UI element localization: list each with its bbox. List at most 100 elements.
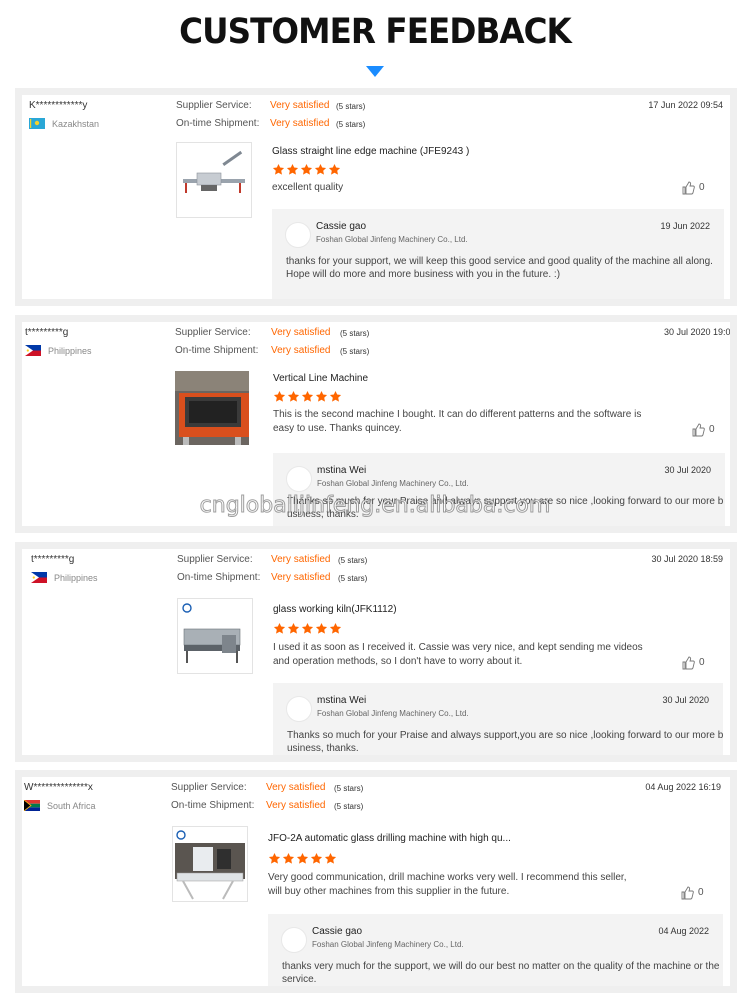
reply-text-line-2: Hope will do more and more business with… [286, 269, 561, 280]
review-card: W**************x South Africa Supplier S… [15, 770, 737, 993]
philippines-flag-icon [25, 345, 41, 356]
like-count: 0 [699, 657, 705, 668]
star-rating [272, 163, 342, 176]
star-icon [272, 163, 285, 175]
reply-author: Cassie gao [316, 221, 367, 232]
like-count: 0 [698, 887, 704, 898]
ontime-shipment-label: On-time Shipment: [176, 118, 260, 129]
star-icon [296, 852, 309, 864]
star-icon [300, 163, 313, 175]
reply-company: Foshan Global Jinfeng Machinery Co., Ltd… [317, 709, 469, 718]
vertical-line-machine-image [175, 371, 249, 445]
product-title-link[interactable]: JFO-2A automatic glass drilling machine … [268, 833, 511, 844]
review-card: t*********g Philippines Supplier Service… [15, 315, 737, 533]
supplier-reply: Cassie gao Foshan Global Jinfeng Machine… [268, 914, 723, 986]
ontime-shipment-stars: (5 stars) [334, 802, 364, 811]
like-count: 0 [709, 424, 715, 435]
reply-date: 30 Jul 2020 [662, 695, 709, 705]
review-card: t*********g Philippines Supplier Service… [15, 542, 737, 762]
star-icon [273, 390, 286, 402]
reviewer-name: K************y [29, 100, 88, 111]
review-date: 04 Aug 2022 16:19 [645, 782, 721, 792]
star-icon [282, 852, 295, 864]
reply-text-line-1: thanks for your support, we will keep th… [286, 256, 713, 267]
review-date: 30 Jul 2020 19:0 [664, 327, 730, 337]
star-icon [328, 163, 341, 175]
ontime-shipment-value: Very satisfied [270, 118, 330, 129]
reviewer-country: Philippines [48, 346, 92, 356]
philippines-flag-icon [31, 572, 47, 583]
star-icon [324, 852, 337, 864]
reply-author: mstina Wei [317, 695, 367, 706]
kiln-image [178, 599, 252, 673]
supplier-reply: mstina Wei Foshan Global Jinfeng Machine… [273, 683, 723, 755]
supplier-service-value: Very satisfied [266, 782, 326, 793]
reply-text: thanks for your support, we will keep th… [286, 255, 724, 281]
page-header: CUSTOMER FEEDBACK [0, 0, 750, 88]
supplier-service-label: Supplier Service: [177, 554, 253, 565]
ontime-shipment-value: Very satisfied [271, 345, 331, 356]
reviewer-country: South Africa [47, 801, 96, 811]
review-content: W**************x South Africa Supplier S… [22, 777, 730, 986]
reviewer-name: t*********g [25, 327, 69, 338]
review-date: 30 Jul 2020 18:59 [651, 554, 723, 564]
ontime-shipment-stars: (5 stars) [338, 574, 368, 583]
star-rating [273, 622, 343, 635]
star-icon [310, 852, 323, 864]
review-comment: This is the second machine I bought. It … [273, 409, 642, 434]
reply-author: mstina Wei [317, 465, 367, 476]
thumbs-up-icon[interactable] [681, 181, 695, 195]
supplier-reply: mstina Wei Foshan Global Jinfeng Machine… [273, 453, 725, 526]
star-icon [329, 622, 342, 634]
reply-company: Foshan Global Jinfeng Machinery Co., Ltd… [316, 235, 468, 244]
like-count: 0 [699, 182, 705, 193]
ontime-shipment-value: Very satisfied [266, 800, 326, 811]
reviewer-name: t*********g [31, 554, 75, 565]
product-title-link[interactable]: Glass straight line edge machine (JFE924… [272, 146, 469, 157]
ontime-shipment-label: On-time Shipment: [175, 345, 259, 356]
reviewer-country: Kazakhstan [52, 119, 100, 129]
product-title-link[interactable]: glass working kiln(JFK1112) [273, 604, 397, 615]
star-icon [301, 622, 314, 634]
page-title: CUSTOMER FEEDBACK [179, 12, 572, 52]
star-icon [301, 390, 314, 402]
product-thumbnail[interactable] [172, 826, 248, 902]
thumbs-up-icon[interactable] [681, 656, 695, 670]
reply-date: 04 Aug 2022 [658, 926, 709, 936]
star-icon [287, 390, 300, 402]
avatar [285, 222, 311, 248]
review-comment: Very good communication, drill machine w… [268, 872, 627, 897]
reviewer-country: Philippines [54, 573, 98, 583]
kazakhstan-flag-icon [29, 118, 45, 129]
product-thumbnail[interactable] [175, 371, 249, 445]
avatar [286, 696, 312, 722]
product-thumbnail[interactable] [177, 598, 253, 674]
reply-date: 19 Jun 2022 [660, 221, 710, 231]
star-icon [315, 390, 328, 402]
ontime-shipment-stars: (5 stars) [340, 347, 370, 356]
avatar [281, 927, 307, 953]
supplier-reply: Cassie gao Foshan Global Jinfeng Machine… [272, 209, 724, 299]
reply-text: Thanks so much for your Praise and alway… [287, 496, 724, 520]
review-card: K************y Kazakhstan Supplier Servi… [15, 88, 737, 306]
star-icon [314, 163, 327, 175]
star-icon [329, 390, 342, 402]
edge-machine-image [177, 143, 251, 217]
reply-company: Foshan Global Jinfeng Machinery Co., Ltd… [312, 940, 464, 949]
thumbs-up-icon[interactable] [691, 423, 705, 437]
star-icon [287, 622, 300, 634]
reply-text: thanks very much for the support, we wil… [282, 961, 720, 985]
supplier-service-value: Very satisfied [270, 100, 330, 111]
ontime-shipment-stars: (5 stars) [336, 120, 366, 129]
product-title-link[interactable]: Vertical Line Machine [273, 373, 368, 384]
reply-author: Cassie gao [312, 926, 363, 937]
review-content: t*********g Philippines Supplier Service… [22, 322, 730, 526]
supplier-service-label: Supplier Service: [176, 100, 252, 111]
product-thumbnail[interactable] [176, 142, 252, 218]
supplier-service-stars: (5 stars) [336, 102, 366, 111]
reviewer-name: W**************x [24, 782, 93, 793]
review-date: 17 Jun 2022 09:54 [648, 100, 723, 110]
thumbs-up-icon[interactable] [680, 886, 694, 900]
supplier-service-stars: (5 stars) [340, 329, 370, 338]
star-icon [315, 622, 328, 634]
